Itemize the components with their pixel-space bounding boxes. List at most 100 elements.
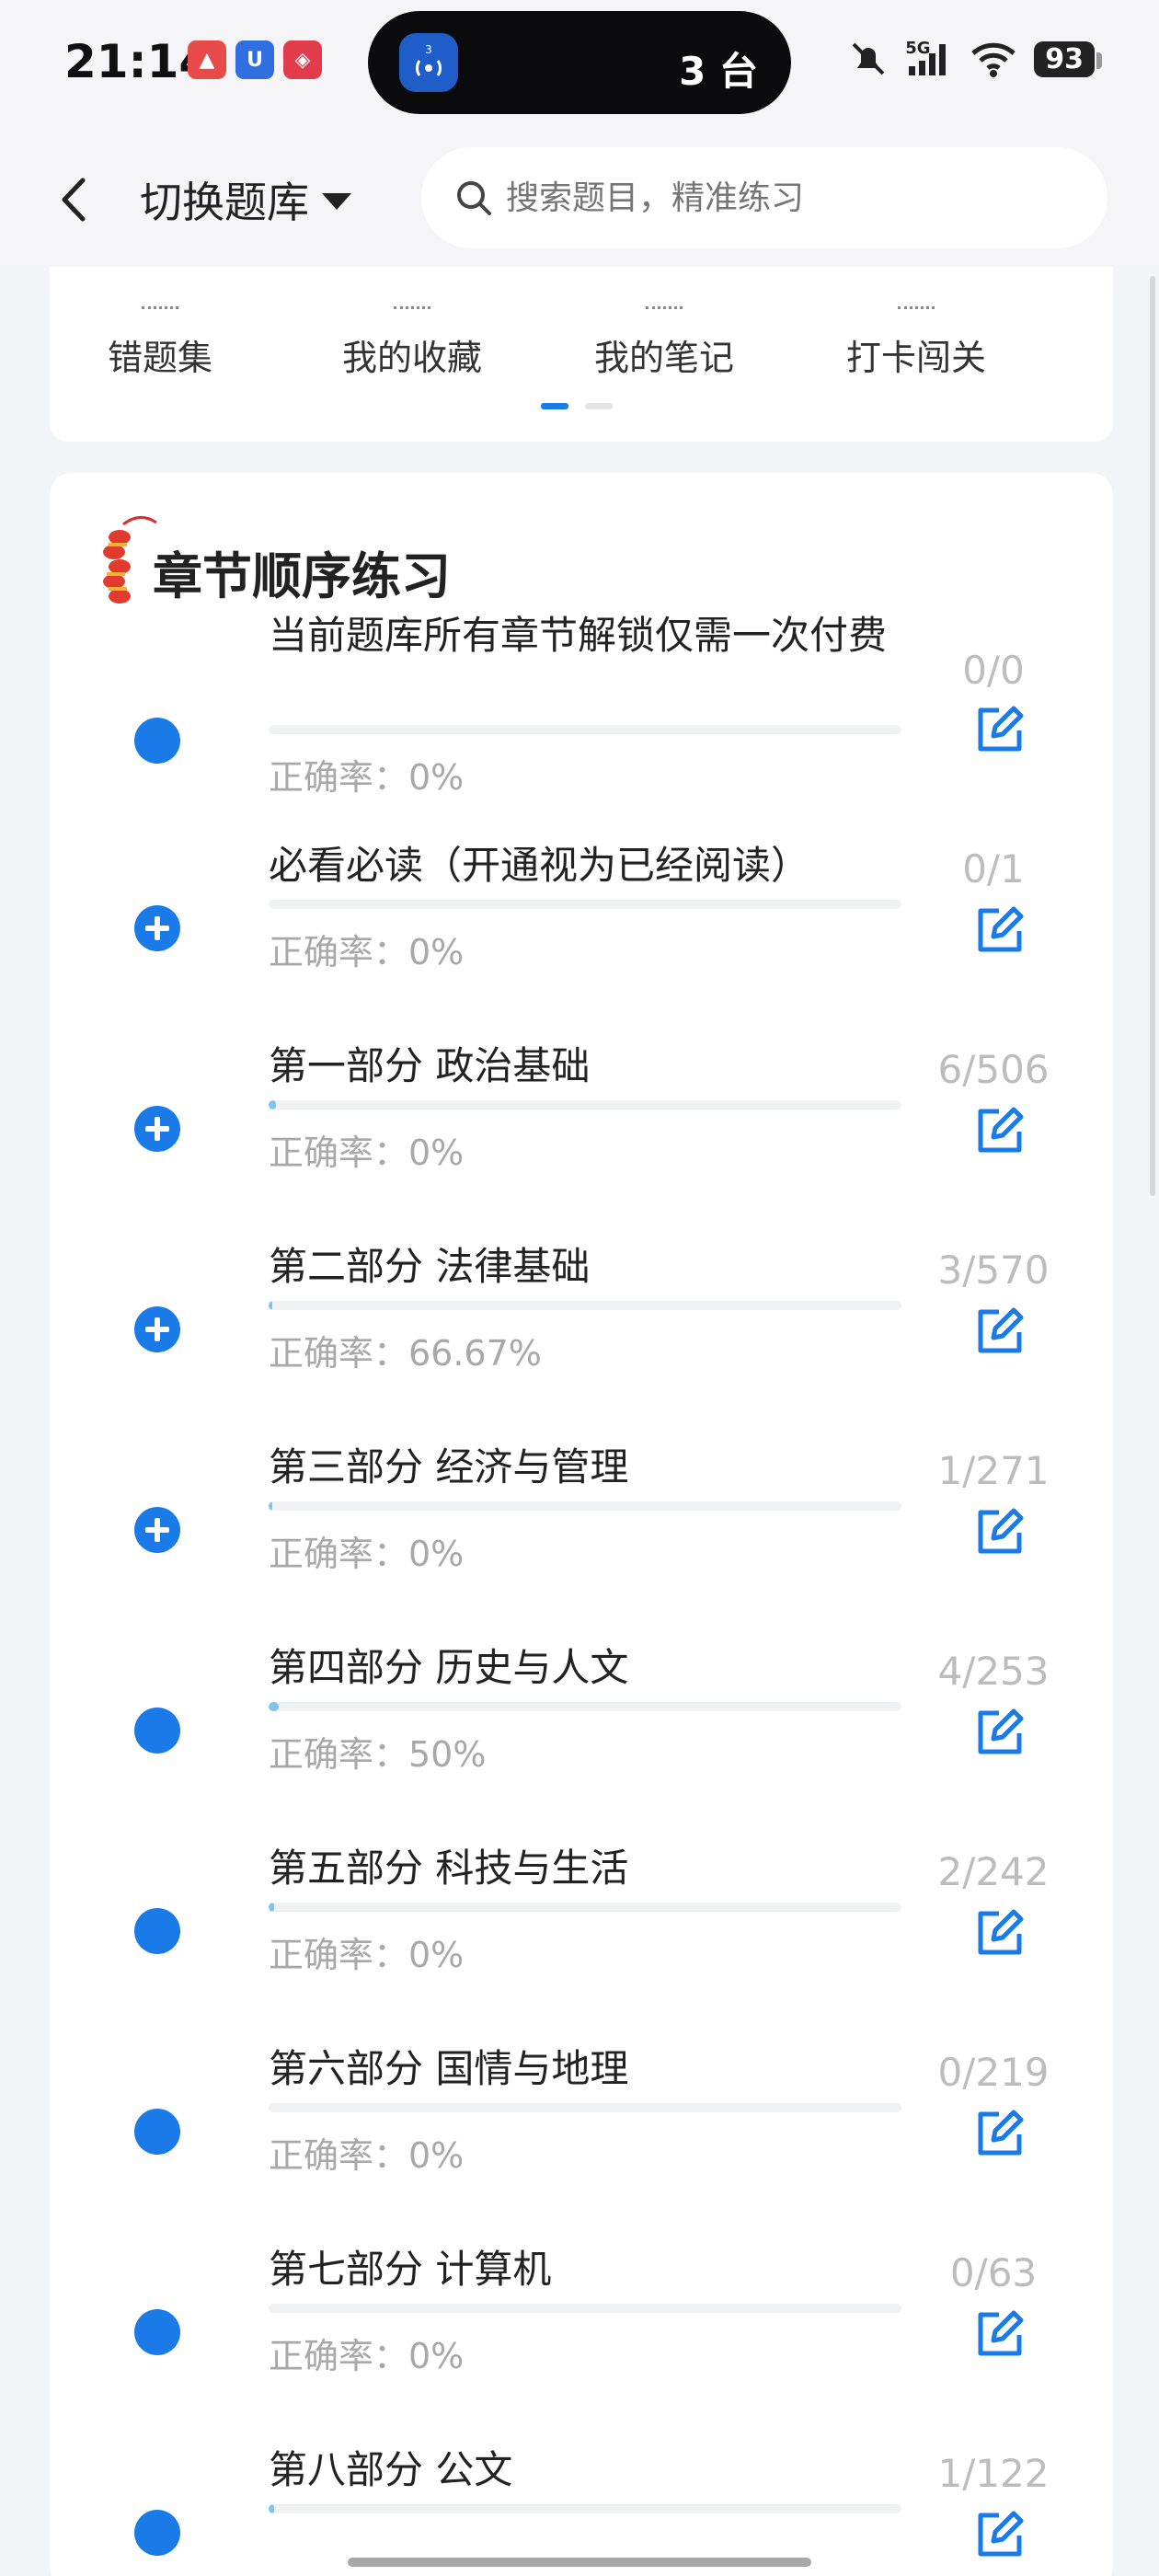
top-nav: 切换题库	[0, 129, 1159, 267]
edit-practice-icon[interactable]	[971, 1303, 1028, 1360]
pill-text: 3 台	[679, 49, 758, 94]
chapter-progress-bar	[269, 2103, 901, 2112]
chapter-row[interactable]: 第二部分 法律基础正确率：66.67% 3/570	[50, 1233, 1113, 1433]
status-app-icons: ▲ U ◈	[188, 40, 322, 79]
switch-label: 切换题库	[140, 178, 309, 227]
chapter-title: 第六部分 国情与地理	[269, 2046, 629, 2091]
broadcast-icon: 3	[399, 33, 458, 92]
edit-practice-icon[interactable]	[971, 1102, 1028, 1159]
chapter-title: 第四部分 历史与人文	[269, 1645, 629, 1690]
chapter-accuracy: 正确率：0%	[269, 1534, 465, 1574]
chapter-accuracy: 正确率：0%	[269, 1133, 465, 1173]
chapter-accuracy: 正确率：0%	[269, 757, 465, 798]
chapter-progress-bar	[269, 2304, 901, 2313]
chapter-row[interactable]: 必看必读（开通视为已经阅读） 正确率：0% 0/1	[50, 832, 1113, 1032]
edit-practice-icon[interactable]	[971, 1503, 1028, 1560]
tool-notes[interactable]: 我的笔记	[554, 285, 775, 380]
pill-badge: 3	[425, 43, 432, 56]
chapter-accuracy: 正确率：0%	[269, 2336, 465, 2376]
page-dot-active	[541, 403, 568, 409]
chapter-count: 0/63	[949, 2250, 1038, 2295]
chapter-row[interactable]: 第八部分 公文 1/122	[50, 2436, 1113, 2576]
chapter-title: 当前题库所有章节解锁仅需一次付费	[269, 613, 888, 658]
chapter-dot-icon	[134, 2309, 180, 2355]
edit-practice-icon[interactable]	[971, 701, 1028, 758]
wifi-icon	[971, 42, 1016, 77]
caret-down-icon	[322, 193, 351, 210]
chapter-dot-icon	[134, 2109, 180, 2155]
chapter-progress-fill	[269, 2504, 274, 2513]
chapter-count: 1/122	[937, 2451, 1050, 2496]
favorite-icon	[394, 302, 430, 309]
expand-plus-icon[interactable]	[134, 1507, 180, 1553]
chapter-progress-bar	[269, 1702, 901, 1711]
chapter-count: 6/506	[937, 1047, 1050, 1092]
chapter-progress-bar	[269, 725, 901, 734]
switch-question-bank-button[interactable]: 切换题库	[140, 169, 351, 230]
chapter-row[interactable]: 第六部分 国情与地理 正确率：0% 0/219	[50, 2035, 1113, 2236]
edit-practice-icon[interactable]	[971, 902, 1028, 959]
wrong-book-icon	[142, 302, 178, 309]
chapter-row[interactable]: 第三部分 经济与管理 正确率：0% 1/271	[50, 1433, 1113, 1634]
edit-practice-icon[interactable]	[971, 2506, 1028, 2563]
chapter-accuracy: 正确率：0%	[269, 932, 465, 972]
page-dot	[585, 403, 613, 409]
chapter-progress-bar	[269, 1501, 901, 1511]
tools-card: 错题集 我的收藏 我的笔记 打卡闯关	[50, 248, 1113, 442]
tool-label: 我的收藏	[341, 338, 482, 378]
search-icon	[457, 181, 491, 215]
chapter-progress-bar	[269, 2504, 901, 2513]
chapter-row[interactable]: 第四部分 历史与人文正确率：50% 4/253	[50, 1634, 1113, 1834]
tool-wrong-book[interactable]: 错题集	[50, 285, 270, 380]
notes-icon	[646, 302, 683, 309]
chapter-progress-bar	[269, 1903, 901, 1912]
tool-favorites[interactable]: 我的收藏	[302, 285, 522, 380]
app-notification-icon: ▲	[188, 40, 226, 79]
chapter-progress-bar	[269, 1301, 901, 1310]
chapter-progress-fill	[269, 1100, 277, 1110]
chapter-accuracy: 正确率：50%	[269, 1734, 487, 1775]
chapter-dot-icon	[134, 718, 180, 764]
search-input[interactable]	[506, 178, 1058, 217]
chapter-accuracy: 正确率：66.67%	[269, 1333, 542, 1374]
chapter-row[interactable]: 第七部分 计算机正确率：0% 0/63	[50, 2236, 1113, 2436]
dynamic-island[interactable]: 3 3 台	[368, 11, 791, 114]
chapter-title: 第五部分 科技与生活	[269, 1846, 629, 1891]
tool-label: 打卡闯关	[845, 338, 986, 378]
chapter-row[interactable]: 第五部分 科技与生活 正确率：0% 2/242	[50, 1834, 1113, 2035]
chapter-title: 第七部分 计算机	[269, 2247, 552, 2292]
chapter-count: 3/570	[937, 1248, 1050, 1293]
scroll-thumb[interactable]	[1150, 276, 1155, 1196]
tool-checkin[interactable]: 打卡闯关	[806, 285, 1027, 380]
scrollbar[interactable]	[1144, 276, 1159, 2300]
expand-plus-icon[interactable]	[134, 1106, 180, 1152]
tool-label: 我的笔记	[593, 338, 734, 378]
chapter-dot-icon	[134, 1908, 180, 1954]
edit-practice-icon[interactable]	[971, 2306, 1028, 2363]
back-arrow-icon[interactable]	[52, 167, 98, 232]
chapter-dot-icon	[134, 1708, 180, 1754]
app-notification-icon: ◈	[283, 40, 322, 79]
page-indicator	[541, 403, 613, 409]
chapter-count: 2/242	[937, 1849, 1050, 1894]
home-indicator[interactable]	[348, 2558, 811, 2567]
battery-level: 93	[1034, 40, 1102, 77]
chapter-title: 第一部分 政治基础	[269, 1043, 591, 1088]
section-title: 章节顺序练习	[153, 547, 451, 605]
checkin-icon	[898, 302, 935, 309]
chapter-count: 4/253	[937, 1649, 1050, 1694]
chapter-row[interactable]: 当前题库所有章节解锁仅需一次付费正确率：0% 0/0	[50, 611, 1113, 811]
expand-plus-icon[interactable]	[134, 905, 180, 951]
edit-practice-icon[interactable]	[971, 1904, 1028, 1961]
chapter-count: 0/0	[962, 648, 1025, 693]
signal-icon: 5G	[905, 39, 953, 79]
chapter-row[interactable]: 第一部分 政治基础正确率：0% 6/506	[50, 1032, 1113, 1233]
chapter-title: 第二部分 法律基础	[269, 1244, 591, 1289]
search-box[interactable]	[421, 147, 1107, 248]
expand-plus-icon[interactable]	[134, 1306, 180, 1352]
edit-practice-icon[interactable]	[971, 2105, 1028, 2162]
app-notification-icon: U	[235, 40, 274, 79]
chapter-practice-card: 章节顺序练习 当前题库所有章节解锁仅需一次付费正确率：0% 0/0 必看必读（开通视…	[50, 473, 1113, 2576]
status-bar: 21:14 ▲ U ◈ 3 3 台 5G 93	[0, 0, 1159, 129]
edit-practice-icon[interactable]	[971, 1704, 1028, 1761]
